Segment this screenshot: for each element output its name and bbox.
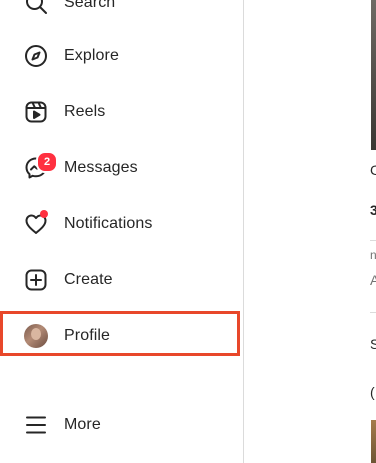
sidebar-item-label: Search xyxy=(64,0,116,11)
search-icon xyxy=(24,0,48,15)
divider xyxy=(370,312,376,313)
sidebar-item-label: Notifications xyxy=(64,215,153,232)
plus-square-icon xyxy=(24,268,48,292)
sidebar-item-more[interactable]: More xyxy=(0,401,244,449)
divider xyxy=(370,240,376,241)
sidebar-item-label: Explore xyxy=(64,47,119,64)
sidebar-item-search[interactable]: Search xyxy=(0,0,244,27)
feed-text-fragment: A xyxy=(370,272,376,288)
feed-text-fragment: ( xyxy=(370,384,375,400)
sidebar-item-label: More xyxy=(64,416,101,433)
menu-icon xyxy=(24,413,48,437)
notification-dot xyxy=(40,210,48,218)
sidebar-item-messages[interactable]: 2 Messages xyxy=(0,144,244,192)
sidebar-item-label: Profile xyxy=(64,327,111,344)
feed-text-fragment: C xyxy=(370,162,376,178)
compass-icon xyxy=(24,44,48,68)
sidebar-item-label: Create xyxy=(64,271,113,288)
sidebar-item-label: Reels xyxy=(64,103,106,120)
sidebar-item-create[interactable]: Create xyxy=(0,256,244,304)
feed-text-fragment: n xyxy=(370,248,376,262)
message-count-badge: 2 xyxy=(36,151,58,173)
reels-icon xyxy=(24,100,48,124)
sidebar-nav: Search Explore Reels 2 Messages Notifica… xyxy=(0,0,244,463)
post-image[interactable] xyxy=(371,420,376,463)
feed-panel: C 3 n A S ( xyxy=(245,0,376,463)
feed-text-fragment: 3 xyxy=(370,202,376,218)
sidebar-item-profile[interactable]: Profile xyxy=(0,312,244,360)
sidebar-item-reels[interactable]: Reels xyxy=(0,88,244,136)
sidebar-item-notifications[interactable]: Notifications xyxy=(0,200,244,248)
sidebar-item-explore[interactable]: Explore xyxy=(0,32,244,80)
avatar xyxy=(24,324,48,348)
feed-text-fragment: S xyxy=(370,336,376,352)
post-image[interactable] xyxy=(371,0,376,150)
sidebar-item-label: Messages xyxy=(64,159,138,176)
